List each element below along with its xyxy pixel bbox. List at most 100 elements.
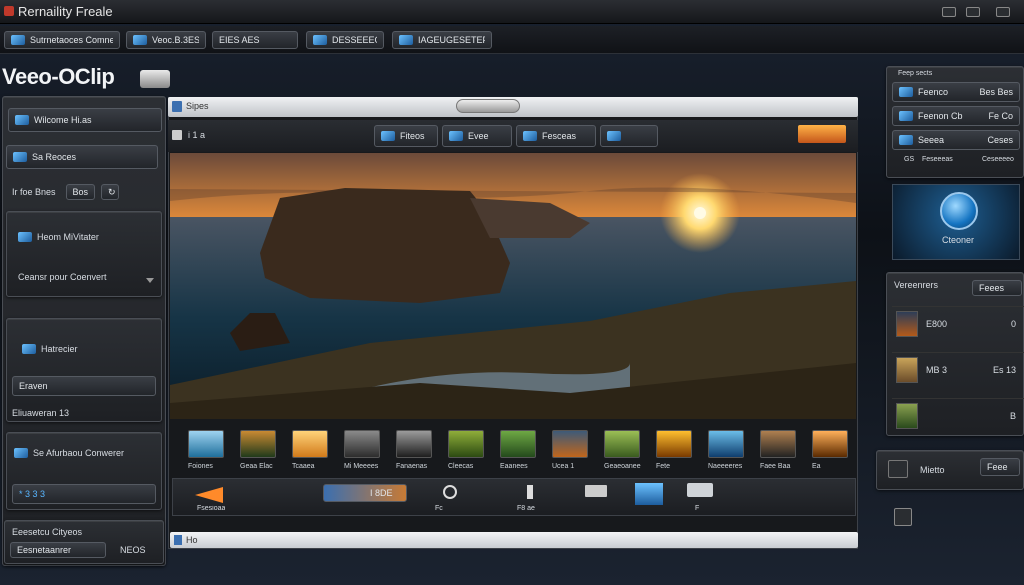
- viewer-tab-icon: [172, 101, 182, 112]
- bottom-right-button[interactable]: Feee: [980, 458, 1020, 476]
- menu-item-3[interactable]: EIES AES: [212, 31, 298, 49]
- photo-icon[interactable]: [635, 483, 663, 505]
- right-row[interactable]: Seeea Ceses: [892, 130, 1020, 150]
- thumbnail-label: Geaeoanee: [604, 463, 641, 470]
- play-circle-icon[interactable]: [940, 192, 978, 230]
- right-row[interactable]: Feenco Bes Bes: [892, 82, 1020, 102]
- thumbnail-label: Tcaaea: [292, 463, 315, 470]
- monitor-icon[interactable]: [585, 485, 607, 497]
- tab-extra[interactable]: [600, 125, 658, 147]
- right-footer-mid: Feseeeas: [922, 156, 953, 163]
- welcome-icon: [15, 115, 29, 125]
- minimize-button[interactable]: [942, 7, 956, 17]
- thumbnail[interactable]: [812, 430, 848, 458]
- menu-icon: [399, 35, 413, 45]
- bottom-right-icon[interactable]: [888, 460, 908, 478]
- footer-left-field[interactable]: Eesnetaanrer: [10, 542, 106, 558]
- version-item[interactable]: MB 3 Es 13: [892, 352, 1024, 386]
- row-icon: [899, 135, 913, 145]
- converter-title[interactable]: Heom MiVitater: [18, 232, 99, 242]
- right-row[interactable]: Feenon Cb Fe Co: [892, 106, 1020, 126]
- status-text: Ho: [186, 535, 198, 545]
- menu-item-1[interactable]: Sutrnetaoces Comnes: [4, 31, 120, 49]
- afterburn-title[interactable]: Se Afurbaou Conwerer: [14, 448, 124, 458]
- version-label: E800: [926, 319, 948, 329]
- maximize-button[interactable]: [966, 7, 980, 17]
- menu-item-4[interactable]: DESSEEEG: [306, 31, 384, 49]
- logo-badge-icon: [140, 70, 170, 88]
- thumbnail-label: Foiones: [188, 463, 213, 470]
- right-footer-left: GS: [904, 156, 915, 163]
- thumbnail[interactable]: [500, 430, 536, 458]
- app-logo: Veeo-OClip: [2, 64, 115, 89]
- tab-photos[interactable]: Fiteos: [374, 125, 438, 147]
- tab-faces[interactable]: Fesceas: [516, 125, 596, 147]
- photos-icon: [381, 131, 395, 141]
- viewer-handle[interactable]: [456, 99, 520, 113]
- thumbnail-label: Mi Meeees: [344, 463, 379, 470]
- thumbnail[interactable]: [448, 430, 484, 458]
- pen-icon[interactable]: [527, 485, 533, 499]
- app-icon: [4, 6, 14, 16]
- thumbnail-label: Ucea 1: [552, 463, 575, 470]
- editor-field[interactable]: Eraven: [12, 376, 156, 396]
- file-stat-value[interactable]: Bos: [65, 184, 96, 200]
- tool-label-3: F8 ae: [517, 505, 535, 512]
- file-stat-label: Ir foe Bnes: [12, 187, 56, 197]
- row-icon: [899, 87, 913, 97]
- menu-item-2[interactable]: Veoc.B.3ES: [126, 31, 206, 49]
- right-header: Feep sects: [898, 70, 933, 77]
- dropdown-arrow-icon[interactable]: [146, 278, 154, 284]
- refresh-icon[interactable]: ↻: [101, 184, 120, 200]
- camera-icon[interactable]: [443, 485, 457, 499]
- play-arrow-icon[interactable]: [195, 487, 223, 503]
- bottom-right-label: Mietto: [920, 465, 945, 475]
- versions-button[interactable]: Feees: [972, 280, 1022, 296]
- sunset-cliff-image: [170, 153, 856, 419]
- status-bar: Ho: [170, 532, 858, 548]
- sources-button[interactable]: Sa Reoces: [6, 145, 158, 169]
- preview-label: Cteoner: [942, 235, 975, 245]
- version-thumbnail: [896, 357, 918, 383]
- row-icon: [899, 111, 913, 121]
- thumbnail[interactable]: [396, 430, 432, 458]
- events-icon: [449, 131, 463, 141]
- thumbnail-label: Fete: [656, 463, 671, 470]
- thumbnail[interactable]: [292, 430, 328, 458]
- version-item[interactable]: B: [892, 398, 1024, 432]
- file-stat-row: Ir foe Bnes Bos ↻: [6, 182, 162, 202]
- progress-field[interactable]: I 8DE: [323, 484, 407, 502]
- thumbnail[interactable]: [656, 430, 692, 458]
- editor-icon: [22, 344, 36, 354]
- viewer-count: i 1 a: [188, 130, 206, 140]
- thumbnail[interactable]: [708, 430, 744, 458]
- right-footer-right: Ceseeeeo: [982, 156, 1014, 163]
- thumbnail-label: Cleecas: [448, 463, 474, 470]
- accent-badge[interactable]: [798, 125, 846, 143]
- editor-group: [6, 318, 162, 422]
- thumbnail-label: Naeeeeres: [708, 463, 743, 470]
- right-row-value: Bes Bes: [979, 87, 1013, 97]
- thumbnail[interactable]: [240, 430, 276, 458]
- printer-icon[interactable]: [687, 483, 713, 497]
- thumbnail[interactable]: [552, 430, 588, 458]
- sources-icon: [13, 152, 27, 162]
- editor-title[interactable]: Hatrecier: [22, 344, 78, 354]
- thumbnail[interactable]: [188, 430, 224, 458]
- thumbnail[interactable]: [760, 430, 796, 458]
- thumbnail[interactable]: [604, 430, 640, 458]
- version-value: 0: [1010, 319, 1016, 329]
- thumbnail-label: Eaanees: [500, 463, 528, 470]
- close-button[interactable]: [996, 7, 1010, 17]
- welcome-button[interactable]: Wilcome Hi.as: [8, 108, 162, 132]
- tab-events[interactable]: Evee: [442, 125, 512, 147]
- thumbnail-label: Ea: [812, 463, 821, 470]
- converter-group: [6, 211, 162, 297]
- version-value: Es 13: [992, 365, 1016, 375]
- afterburn-value[interactable]: * 3 3 3: [12, 484, 156, 504]
- thumbnail[interactable]: [344, 430, 380, 458]
- menu-item-5[interactable]: IAGEUGESETEF: [392, 31, 492, 49]
- settings-icon[interactable]: [894, 508, 912, 526]
- version-item[interactable]: E800 0: [892, 306, 1024, 340]
- viewer-tab-label[interactable]: Sipes: [186, 101, 209, 111]
